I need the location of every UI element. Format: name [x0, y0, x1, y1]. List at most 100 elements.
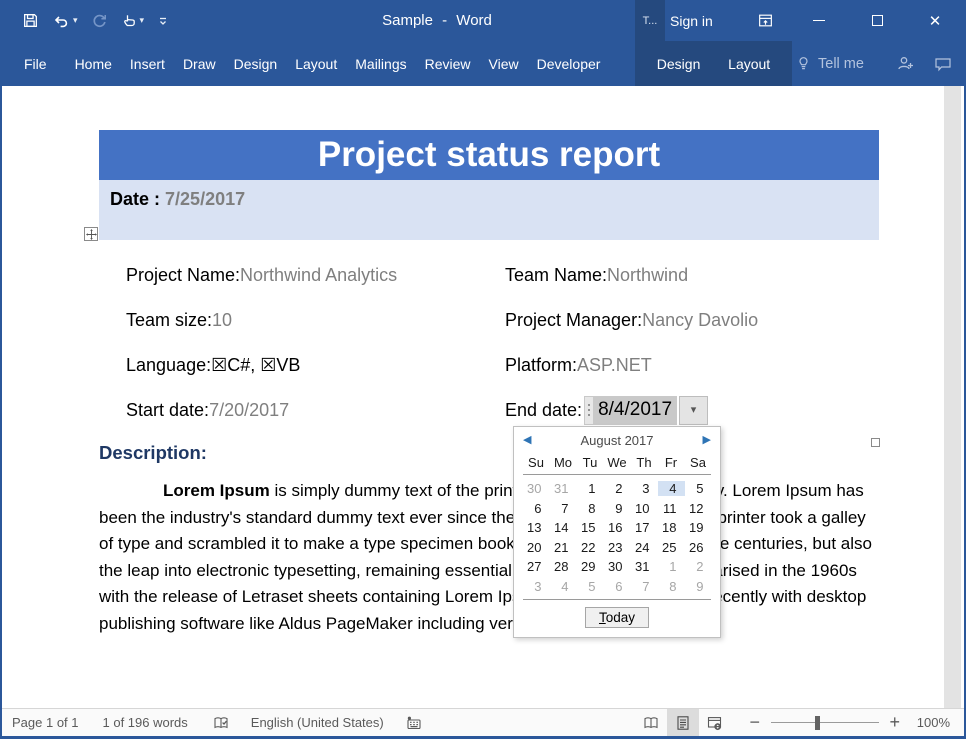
field-value[interactable]: Northwind Analytics — [240, 263, 397, 287]
date-picker-dropdown-button[interactable]: ▾ — [679, 396, 708, 425]
tell-me-button[interactable]: Tell me — [796, 41, 864, 86]
tab-view[interactable]: View — [480, 41, 528, 86]
tab-file[interactable]: File — [15, 41, 56, 86]
tab-insert[interactable]: Insert — [121, 41, 174, 86]
print-layout-button[interactable] — [667, 709, 699, 736]
customize-qat-button[interactable] — [157, 15, 169, 27]
calendar-day[interactable]: 26 — [685, 540, 712, 555]
calendar-day[interactable]: 6 — [523, 501, 550, 516]
content-control-handle-icon[interactable] — [584, 396, 593, 425]
macro-recording-button[interactable] — [405, 715, 423, 731]
calendar-day[interactable]: 5 — [577, 579, 604, 594]
zoom-level[interactable]: 100% — [917, 715, 950, 730]
calendar-day[interactable]: 21 — [550, 540, 577, 555]
tab-mailings[interactable]: Mailings — [346, 41, 415, 86]
tab-review[interactable]: Review — [416, 41, 480, 86]
field-value[interactable]: ☒C#, ☒VB — [211, 353, 300, 377]
calendar-day[interactable]: 3 — [631, 481, 658, 496]
tab-draw[interactable]: Draw — [174, 41, 225, 86]
comments-button[interactable] — [934, 41, 952, 86]
undo-dropdown-icon[interactable]: ▾ — [73, 16, 78, 25]
calendar-day[interactable]: 3 — [523, 579, 550, 594]
calendar-day[interactable]: 5 — [685, 481, 712, 496]
calendar-day[interactable]: 10 — [631, 501, 658, 516]
calendar-day[interactable]: 1 — [658, 559, 685, 574]
calendar-day[interactable]: 23 — [604, 540, 631, 555]
tab-home[interactable]: Home — [66, 41, 121, 86]
zoom-in-button[interactable]: + — [883, 712, 907, 733]
calendar-day[interactable]: 7 — [550, 501, 577, 516]
redo-button[interactable] — [91, 12, 108, 29]
calendar-day[interactable]: 18 — [658, 520, 685, 535]
calendar-day[interactable]: 15 — [577, 520, 604, 535]
web-layout-button[interactable] — [699, 709, 731, 736]
calendar-day[interactable]: 2 — [604, 481, 631, 496]
table-move-handle[interactable] — [84, 227, 98, 241]
calendar-day[interactable]: 1 — [577, 481, 604, 496]
date-value[interactable]: 7/25/2017 — [165, 189, 245, 209]
calendar-day[interactable]: 2 — [685, 559, 712, 574]
touch-mode-button[interactable]: ▾ — [121, 12, 145, 29]
touch-mode-dropdown-icon[interactable]: ▾ — [140, 16, 145, 25]
close-button[interactable]: ✕ — [906, 0, 964, 41]
calendar-day[interactable]: 27 — [523, 559, 550, 574]
proofing-status-button[interactable] — [212, 715, 230, 731]
maximize-button[interactable] — [848, 0, 906, 41]
undo-button[interactable]: ▾ — [52, 13, 78, 29]
calendar-day[interactable]: 14 — [550, 520, 577, 535]
calendar-day[interactable]: 19 — [685, 520, 712, 535]
calendar-day[interactable]: 16 — [604, 520, 631, 535]
field-value[interactable]: Northwind — [607, 263, 688, 287]
calendar-day[interactable]: 12 — [685, 501, 712, 516]
calendar-day[interactable]: 9 — [604, 501, 631, 516]
tab-developer[interactable]: Developer — [528, 41, 610, 86]
language-status[interactable]: English (United States) — [251, 715, 384, 730]
calendar-day[interactable]: 22 — [577, 540, 604, 555]
calendar-day[interactable]: 31 — [550, 481, 577, 496]
calendar-day[interactable]: 8 — [658, 579, 685, 594]
end-date-picker[interactable]: 8/4/2017 ▾ — [584, 396, 708, 425]
calendar-day[interactable]: 11 — [658, 501, 685, 516]
calendar-day[interactable]: 24 — [631, 540, 658, 555]
calendar-day[interactable]: 30 — [604, 559, 631, 574]
today-button[interactable]: Today — [585, 607, 649, 628]
field-value[interactable]: 10 — [212, 308, 232, 332]
content-control-anchor-handle[interactable] — [871, 438, 880, 447]
tab-table-layout[interactable]: Layout — [722, 41, 776, 86]
calendar-day[interactable]: 17 — [631, 520, 658, 535]
document-page[interactable]: Project status report Date : 7/25/2017 P… — [2, 86, 964, 708]
page-info[interactable]: Page 1 of 1 — [12, 715, 79, 730]
calendar-day[interactable]: 20 — [523, 540, 550, 555]
zoom-slider-thumb[interactable] — [815, 716, 820, 730]
share-contact-button[interactable] — [896, 41, 915, 86]
calendar-day[interactable]: 7 — [631, 579, 658, 594]
zoom-slider[interactable] — [771, 722, 879, 723]
field-value[interactable]: Nancy Davolio — [642, 308, 758, 332]
next-month-icon[interactable]: ▶ — [695, 435, 711, 446]
calendar-day[interactable]: 29 — [577, 559, 604, 574]
calendar-day[interactable]: 4 — [550, 579, 577, 594]
tab-table-design[interactable]: Design — [651, 41, 707, 86]
vertical-scrollbar[interactable] — [944, 86, 961, 708]
minimize-button[interactable] — [790, 0, 848, 41]
field-value[interactable]: ASP.NET — [577, 353, 652, 377]
calendar-day[interactable]: 30 — [523, 481, 550, 496]
previous-month-icon[interactable]: ◀ — [523, 435, 539, 446]
save-button[interactable] — [22, 12, 39, 29]
calendar-day[interactable]: 9 — [685, 579, 712, 594]
calendar-day[interactable]: 28 — [550, 559, 577, 574]
field-value[interactable]: 7/20/2017 — [209, 398, 289, 422]
calendar-day[interactable]: 25 — [658, 540, 685, 555]
read-mode-button[interactable] — [635, 709, 667, 736]
tab-design[interactable]: Design — [225, 41, 287, 86]
calendar-day[interactable]: 4 — [658, 481, 685, 496]
calendar-day[interactable]: 13 — [523, 520, 550, 535]
tab-layout[interactable]: Layout — [286, 41, 346, 86]
sign-in-button[interactable]: Sign in — [670, 0, 713, 41]
end-date-value[interactable]: 8/4/2017 — [593, 396, 677, 425]
zoom-out-button[interactable]: − — [743, 712, 767, 733]
calendar-day[interactable]: 6 — [604, 579, 631, 594]
calendar-day[interactable]: 8 — [577, 501, 604, 516]
word-count[interactable]: 1 of 196 words — [103, 715, 188, 730]
calendar-day[interactable]: 31 — [631, 559, 658, 574]
